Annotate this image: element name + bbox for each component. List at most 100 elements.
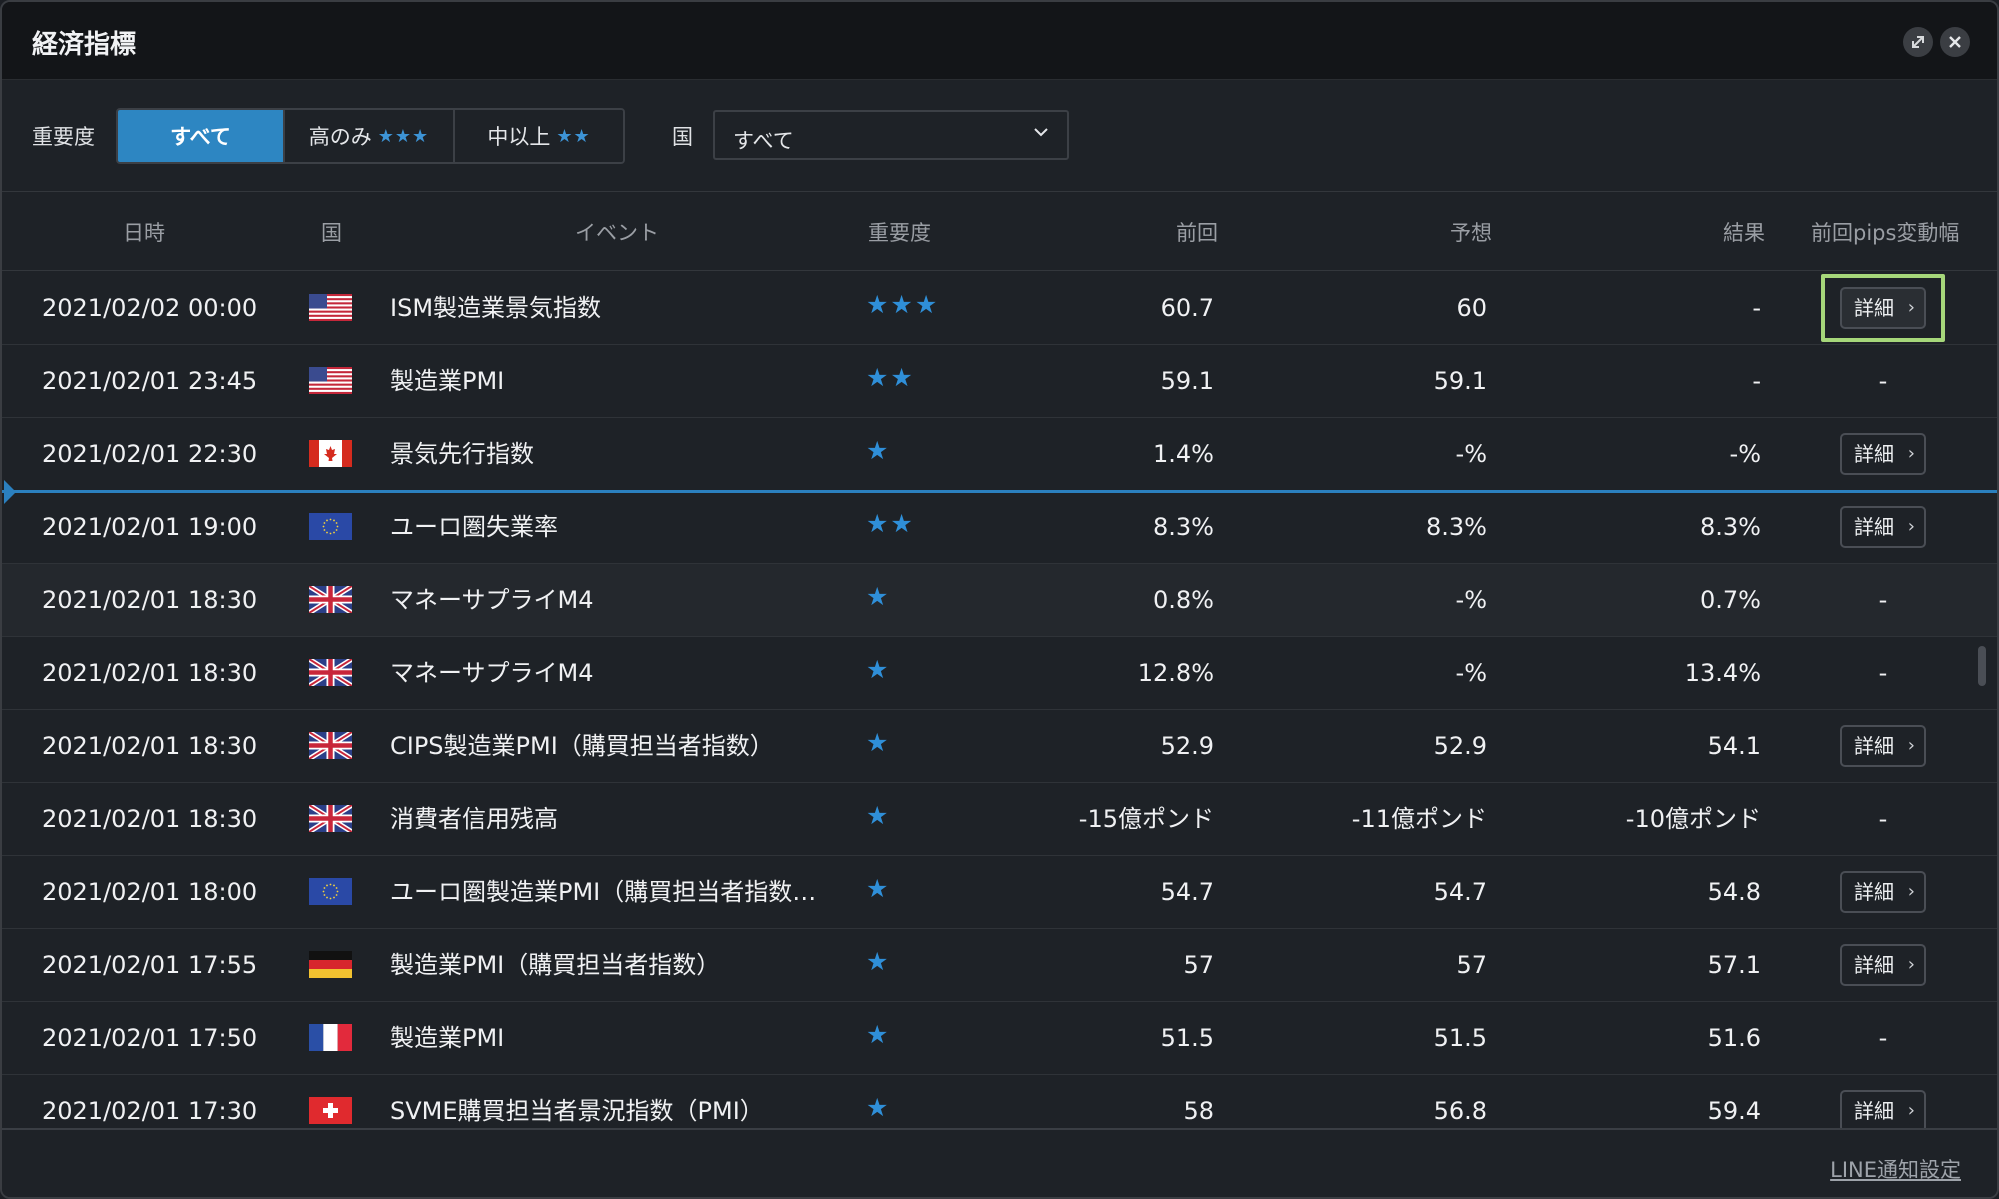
row-event: マネーサプライM4 bbox=[390, 659, 594, 687]
footer: LINE通知設定 bbox=[2, 1128, 1997, 1197]
importance-option-medium[interactable]: 中以上 ★★ bbox=[455, 110, 623, 162]
row-result: - bbox=[1752, 294, 1761, 322]
row-result: 51.6 bbox=[1707, 1024, 1761, 1052]
row-forecast: 59.1 bbox=[1433, 367, 1487, 395]
row-event: 製造業PMI bbox=[390, 1024, 505, 1052]
chevron-right-icon: › bbox=[1907, 1100, 1915, 1121]
importance-star-icon: ★ bbox=[866, 728, 891, 757]
row-previous: 60.7 bbox=[1160, 294, 1214, 322]
row-result: 54.8 bbox=[1707, 878, 1761, 906]
table-row[interactable]: 2021/02/01 18:30 消費者信用残高 ★ -15億ポンド -11億ポンド -1… bbox=[2, 783, 1997, 856]
detail-button-label: 詳細 bbox=[1854, 953, 1894, 977]
detail-button[interactable]: 詳細 › bbox=[1840, 871, 1926, 913]
header-forecast[interactable]: 予想 bbox=[1450, 217, 1492, 247]
economic-indicators-window: 経済指標 重要度 すべて 高のみ ★★★ 中以上 ★★ 国 すべて 日時 国 イ… bbox=[0, 0, 1999, 1199]
row-datetime: 2021/02/01 18:30 bbox=[42, 732, 258, 760]
flag-icon-ca bbox=[309, 440, 352, 467]
row-previous: 12.8% bbox=[1137, 659, 1214, 687]
header-result[interactable]: 結果 bbox=[1723, 217, 1765, 247]
row-forecast: -% bbox=[1455, 586, 1487, 614]
flag-icon-eu bbox=[309, 878, 352, 905]
country-select[interactable]: すべて bbox=[713, 110, 1069, 160]
importance-star-icon: ★ bbox=[866, 1093, 891, 1122]
header-datetime[interactable]: 日時 bbox=[123, 217, 165, 247]
importance-option-high[interactable]: 高のみ ★★★ bbox=[285, 110, 455, 162]
detail-button[interactable]: 詳細 › bbox=[1840, 944, 1926, 986]
row-forecast: -% bbox=[1455, 440, 1487, 468]
header-previous[interactable]: 前回 bbox=[1176, 217, 1218, 247]
importance-star-icon: ★ bbox=[866, 801, 891, 830]
importance-option-all[interactable]: すべて bbox=[118, 110, 285, 162]
row-result: 13.4% bbox=[1684, 659, 1761, 687]
expand-icon[interactable] bbox=[1903, 27, 1933, 57]
table-row[interactable]: 2021/02/01 17:55 製造業PMI（購買担当者指数） ★ 57 57 57.1… bbox=[2, 929, 1997, 1002]
importance-option-label: すべて bbox=[170, 125, 231, 149]
row-event: CIPS製造業PMI（購買担当者指数） bbox=[390, 732, 774, 760]
importance-star-icon: ★ bbox=[866, 582, 891, 611]
row-result: - bbox=[1752, 367, 1761, 395]
importance-star-icon: ★ bbox=[866, 655, 891, 684]
flag-icon-gb bbox=[309, 586, 352, 613]
row-forecast: 56.8 bbox=[1433, 1097, 1487, 1125]
flag-icon-de bbox=[309, 951, 352, 978]
row-forecast: 52.9 bbox=[1433, 732, 1487, 760]
chevron-right-icon: › bbox=[1907, 443, 1915, 464]
window-title: 経済指標 bbox=[32, 30, 137, 60]
row-result: 54.1 bbox=[1707, 732, 1761, 760]
row-result: 59.4 bbox=[1707, 1097, 1761, 1125]
header-country[interactable]: 国 bbox=[321, 217, 342, 247]
table-row[interactable]: 2021/02/01 18:00 ユーロ圏製造業PMI（購買担当者指数… ★ 54.7… bbox=[2, 856, 1997, 929]
row-previous: 51.5 bbox=[1160, 1024, 1214, 1052]
row-event: ユーロ圏失業率 bbox=[390, 513, 558, 541]
header-pips[interactable]: 前回pips変動幅 bbox=[1811, 217, 1959, 247]
close-icon[interactable] bbox=[1940, 27, 1970, 57]
row-event: SVME購買担当者景況指数（PMI） bbox=[390, 1097, 764, 1125]
detail-button-label: 詳細 bbox=[1854, 515, 1894, 539]
table-row[interactable]: 2021/02/01 18:30 マネーサプライM4 ★ 12.8% -% 13.4% - bbox=[2, 637, 1997, 710]
row-previous: 52.9 bbox=[1160, 732, 1214, 760]
row-event: 消費者信用残高 bbox=[390, 805, 558, 833]
row-result: 57.1 bbox=[1707, 951, 1761, 979]
flag-icon-gb bbox=[309, 659, 352, 686]
importance-option-label: 中以上 bbox=[487, 125, 551, 149]
table-row[interactable]: 2021/02/01 22:30 景気先行指数 ★ 1.4% -% -% 詳細 › bbox=[2, 418, 1997, 491]
detail-button[interactable]: 詳細 › bbox=[1840, 725, 1926, 767]
row-previous: -15億ポンド bbox=[1078, 805, 1214, 833]
table-row[interactable]: 2021/02/01 19:00 ユーロ圏失業率 ★★ 8.3% 8.3% 8.3% 詳細 › bbox=[2, 491, 1997, 564]
table-row[interactable]: 2021/02/01 17:30 SVME購買担当者景況指数（PMI） ★ 58 56.… bbox=[2, 1075, 1997, 1128]
importance-star-icon: ★ bbox=[866, 436, 891, 465]
detail-button[interactable]: 詳細 › bbox=[1840, 287, 1926, 329]
row-pips: - bbox=[1878, 1024, 1888, 1052]
importance-filter-label: 重要度 bbox=[32, 125, 95, 149]
scrollbar-thumb[interactable] bbox=[1978, 646, 1986, 686]
filter-bar: 重要度 すべて 高のみ ★★★ 中以上 ★★ 国 すべて bbox=[2, 80, 1997, 192]
row-event: 製造業PMI bbox=[390, 367, 505, 395]
table-row[interactable]: 2021/02/02 00:00 ISM製造業景気指数 ★★★ 60.7 60 - 詳細 › bbox=[2, 272, 1997, 345]
detail-button[interactable]: 詳細 › bbox=[1840, 506, 1926, 548]
detail-button[interactable]: 詳細 › bbox=[1840, 1090, 1926, 1128]
table-row[interactable]: 2021/02/01 17:50 製造業PMI ★ 51.5 51.5 51.6 - bbox=[2, 1002, 1997, 1075]
row-previous: 54.7 bbox=[1160, 878, 1214, 906]
chevron-right-icon: › bbox=[1907, 881, 1915, 902]
row-pips: - bbox=[1878, 805, 1888, 833]
chevron-right-icon: › bbox=[1907, 297, 1915, 318]
row-previous: 58 bbox=[1183, 1097, 1214, 1125]
row-datetime: 2021/02/01 19:00 bbox=[42, 513, 258, 541]
header-event[interactable]: イベント bbox=[575, 217, 659, 247]
importance-option-label: 高のみ bbox=[308, 125, 372, 149]
table-row[interactable]: 2021/02/01 18:30 マネーサプライM4 ★ 0.8% -% 0.7% - bbox=[2, 564, 1997, 637]
line-notification-link[interactable]: LINE通知設定 bbox=[1830, 1154, 1961, 1184]
row-forecast: 57 bbox=[1456, 951, 1487, 979]
header-importance[interactable]: 重要度 bbox=[868, 217, 931, 247]
detail-button[interactable]: 詳細 › bbox=[1840, 433, 1926, 475]
table-row[interactable]: 2021/02/01 18:30 CIPS製造業PMI（購買担当者指数） ★ 52.9… bbox=[2, 710, 1997, 783]
row-pips: - bbox=[1878, 659, 1888, 687]
chevron-right-icon: › bbox=[1907, 954, 1915, 975]
row-previous: 8.3% bbox=[1153, 513, 1214, 541]
current-time-line bbox=[2, 490, 1997, 493]
star-icon: ★★★ bbox=[377, 125, 430, 147]
current-time-marker bbox=[4, 480, 16, 504]
country-filter-label: 国 bbox=[672, 125, 693, 149]
table-row[interactable]: 2021/02/01 23:45 製造業PMI ★★ 59.1 59.1 - - bbox=[2, 345, 1997, 418]
importance-star-icon: ★★ bbox=[866, 363, 915, 392]
